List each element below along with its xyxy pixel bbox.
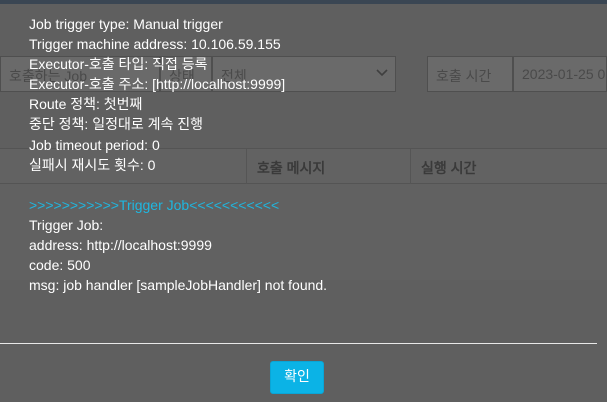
log-line: Route 정책: 첫번째 <box>29 96 143 113</box>
log-result-line: code: 500 <box>29 257 91 274</box>
log-line: 실패시 재시도 횟수: 0 <box>29 156 156 173</box>
log-result-line: msg: job handler [sampleJobHandler] not … <box>29 277 328 294</box>
log-result-line: Trigger Job: <box>29 216 104 233</box>
trigger-log: Job trigger type: Manual trigger Trigger… <box>29 14 589 295</box>
confirm-button[interactable]: 확인 <box>270 361 324 394</box>
log-line: 중단 정책: 일정대로 계속 진행 <box>29 116 204 133</box>
log-line: Trigger machine address: 10.106.59.155 <box>29 36 281 53</box>
log-spacer <box>29 175 589 195</box>
log-line: Executor-호출 주소: [http://localhost:9999] <box>29 76 286 93</box>
log-line: Executor-호출 타입: 직접 등록 <box>29 56 208 73</box>
log-line: Job timeout period: 0 <box>29 136 160 153</box>
log-result-line: address: http://localhost:9999 <box>29 236 212 253</box>
page-top-bar <box>0 0 607 4</box>
trigger-banner: >>>>>>>>>>>Trigger Job<<<<<<<<<<< <box>29 196 280 213</box>
log-line: Job trigger type: Manual trigger <box>29 16 223 32</box>
modal-footer-divider <box>0 343 597 344</box>
